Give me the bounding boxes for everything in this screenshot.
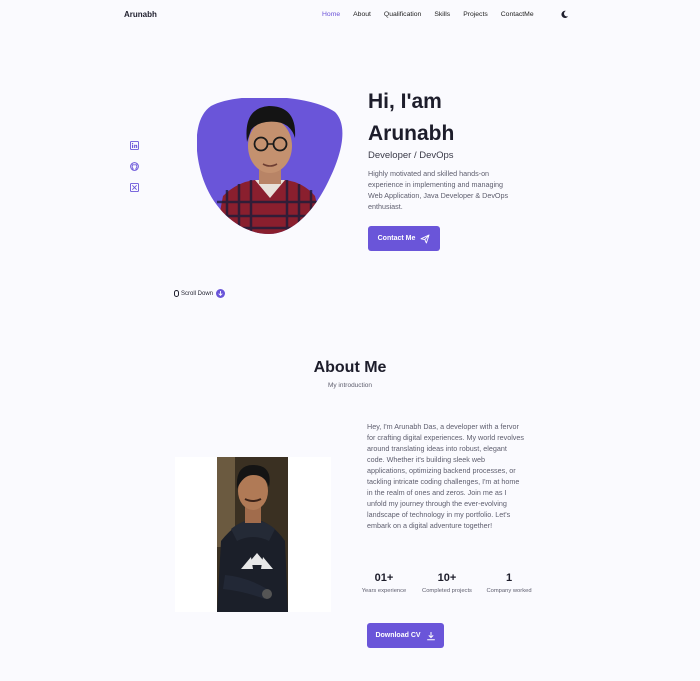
nav-qualification[interactable]: Qualification xyxy=(384,11,421,18)
linkedin-icon[interactable] xyxy=(130,141,139,150)
download-icon xyxy=(426,631,435,640)
about-title: About Me xyxy=(313,359,387,376)
about-subtitle: My introduction xyxy=(327,382,373,389)
stat-company: 1 Company worked xyxy=(484,572,534,595)
profile-photo xyxy=(197,98,343,234)
github-icon[interactable] xyxy=(130,162,139,171)
about-photo xyxy=(217,457,288,612)
stat-value: 01+ xyxy=(374,572,394,584)
stat-value: 10+ xyxy=(437,572,457,584)
stat-projects: 10+ Completed projects xyxy=(422,572,472,595)
stat-label: Years experience xyxy=(361,588,407,594)
nav-projects[interactable]: Projects xyxy=(463,11,488,18)
download-cv-button[interactable]: Download CV xyxy=(367,623,444,648)
stat-value: 1 xyxy=(505,572,513,584)
nav-about[interactable]: About xyxy=(353,11,371,18)
contact-me-button[interactable]: Contact Me xyxy=(368,226,440,251)
download-cv-label: Download CV xyxy=(375,632,421,639)
hero-subtitle: Developer / DevOps xyxy=(368,150,454,161)
scroll-down-link[interactable]: Scroll Down xyxy=(174,289,226,298)
about-description: Hey, I'm Arunabh Das, a developer with a… xyxy=(367,422,524,530)
nav-home[interactable]: Home xyxy=(322,11,340,18)
contact-button-label: Contact Me xyxy=(377,235,416,242)
hero-description: Highly motivated and skilled hands-on ex… xyxy=(368,169,509,211)
stat-label: Completed projects xyxy=(422,588,472,594)
site-header: Arunabh Home About Qualification Skills … xyxy=(0,0,700,32)
scroll-down-label: Scroll Down xyxy=(181,290,214,297)
send-icon xyxy=(420,234,430,243)
nav-skills[interactable]: Skills xyxy=(434,11,450,18)
x-icon[interactable] xyxy=(130,183,139,192)
main-nav: Home About Qualification Skills Projects… xyxy=(322,11,547,18)
moon-icon[interactable] xyxy=(560,10,569,19)
nav-contactme[interactable]: ContactMe xyxy=(501,11,534,18)
arrow-down-icon xyxy=(216,289,226,298)
hero-title: Hi, I'am Arunabh xyxy=(368,90,455,145)
stat-label: Company worked xyxy=(486,588,532,594)
site-logo[interactable]: Arunabh xyxy=(124,10,157,19)
stat-years: 01+ Years experience xyxy=(359,572,409,595)
mouse-icon xyxy=(174,290,179,297)
